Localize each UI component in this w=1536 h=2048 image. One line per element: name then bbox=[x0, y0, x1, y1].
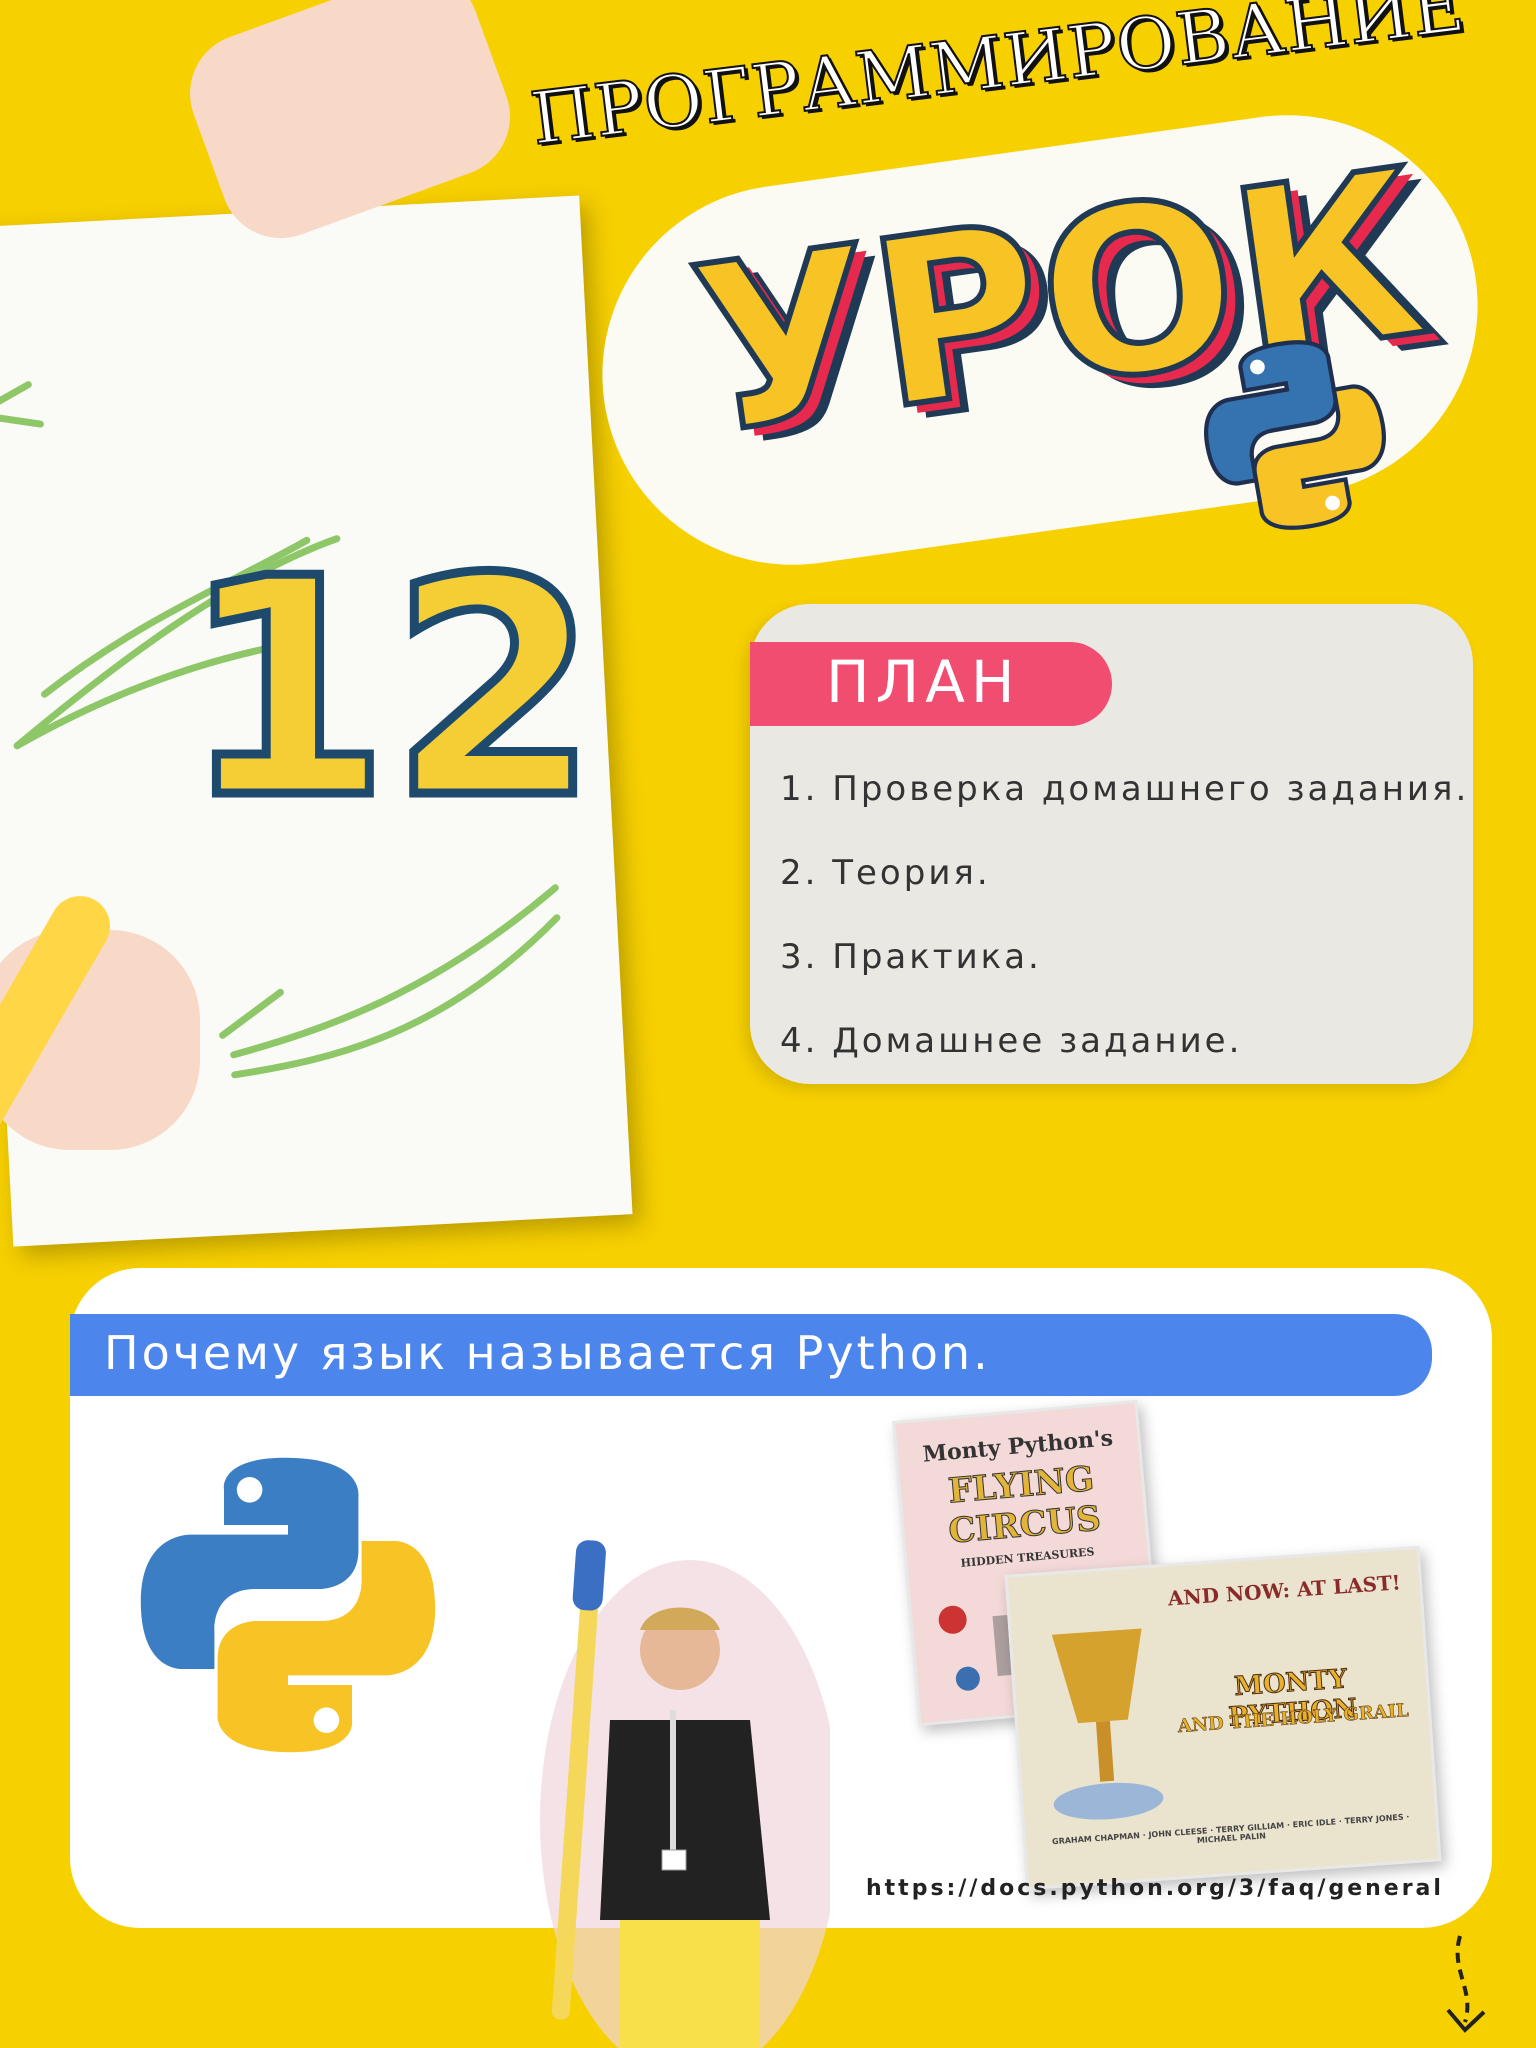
lesson-number: 12 bbox=[177, 515, 603, 864]
plan-item: 1. Проверка домашнего задания. bbox=[780, 769, 1470, 809]
plan-title: ПЛАН bbox=[826, 648, 1021, 716]
plan-item: 3. Практика. bbox=[780, 937, 1042, 977]
down-arrow-icon bbox=[1446, 1935, 1486, 2033]
plan-list: 1. Проверка домашнего задания. 2. Теория… bbox=[780, 760, 1469, 1096]
plan-item: 2. Теория. bbox=[780, 853, 991, 893]
python-logo-large-icon bbox=[140, 1457, 436, 1753]
holy-grail-poster: AND NOW: AT LAST! MONTY PYTHON AND THE H… bbox=[1004, 1545, 1442, 1891]
plan-item: 4. Домашнее задание. bbox=[780, 1021, 1243, 1061]
grail-illustration bbox=[1051, 1628, 1164, 1820]
python-logo-icon bbox=[1204, 340, 1386, 530]
source-link[interactable]: https://docs.python.org/3/faq/general bbox=[866, 1876, 1444, 1901]
poster2-top: AND NOW: AT LAST! bbox=[1167, 1570, 1402, 1611]
why-python-title: Почему язык называется Python. bbox=[104, 1326, 991, 1380]
person-with-python-staff bbox=[540, 1540, 830, 2048]
